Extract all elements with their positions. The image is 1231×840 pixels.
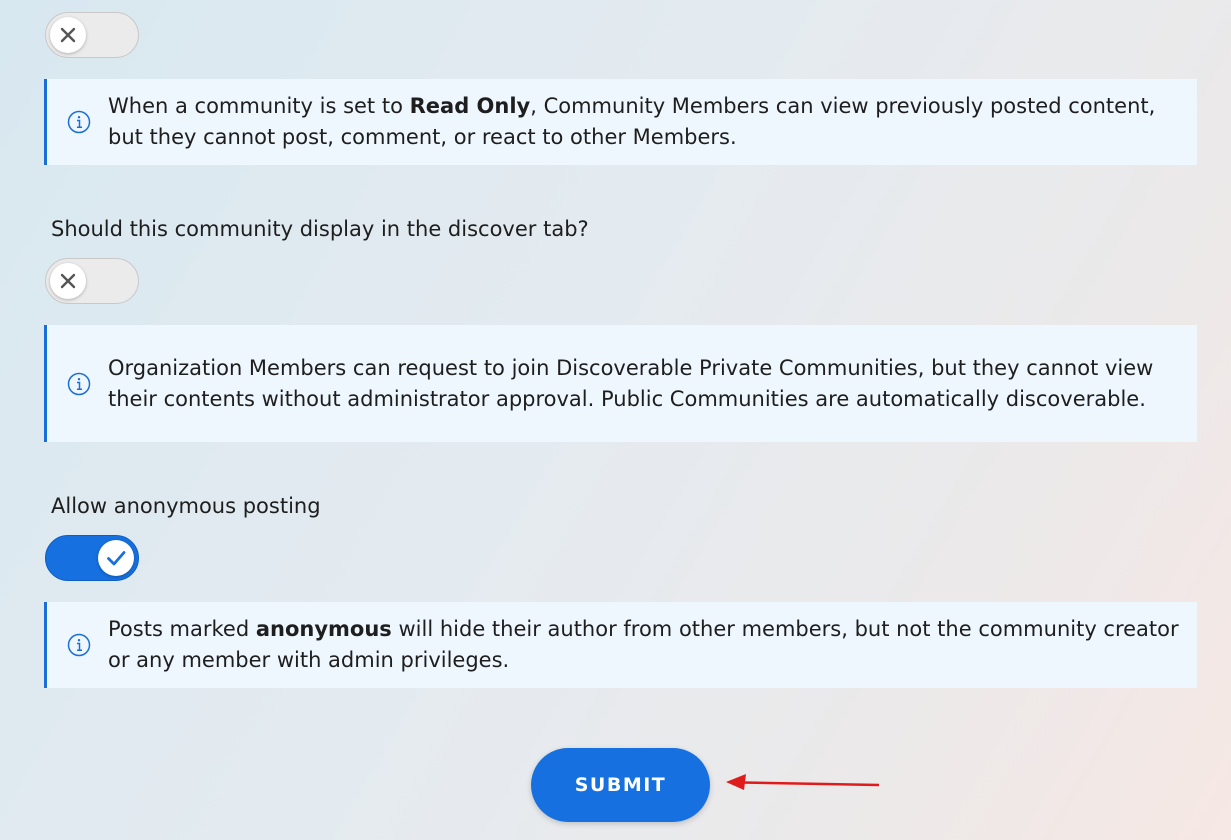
info-icon	[67, 110, 91, 134]
discover-info-text: Organization Members can request to join…	[108, 355, 1154, 411]
read-only-info-text: When a community is set to Read Only, Co…	[108, 94, 1156, 149]
x-icon	[60, 273, 76, 289]
submit-button[interactable]: SUBMIT	[531, 748, 710, 822]
anonymous-question-label: Allow anonymous posting	[51, 494, 321, 518]
anonymous-info-text: Posts marked anonymous will hide their a…	[108, 617, 1179, 672]
x-icon	[60, 27, 76, 43]
red-arrow-icon	[726, 774, 880, 790]
info-icon	[67, 372, 91, 395]
read-only-toggle[interactable]	[45, 12, 139, 58]
read-only-emphasis: Read Only	[409, 94, 531, 118]
toggle-knob	[50, 263, 86, 299]
check-icon	[107, 551, 126, 566]
toggle-knob	[50, 17, 86, 53]
anonymous-info-callout: Posts marked anonymous will hide their a…	[44, 602, 1197, 688]
toggle-knob	[98, 540, 134, 576]
discover-question-label: Should this community display in the dis…	[51, 217, 589, 241]
anonymous-emphasis: anonymous	[255, 617, 392, 641]
info-icon	[67, 633, 91, 657]
anonymous-toggle[interactable]	[45, 535, 139, 581]
discover-toggle[interactable]	[45, 258, 139, 304]
discover-info-callout: Organization Members can request to join…	[44, 325, 1197, 442]
read-only-info-callout: When a community is set to Read Only, Co…	[44, 79, 1197, 165]
